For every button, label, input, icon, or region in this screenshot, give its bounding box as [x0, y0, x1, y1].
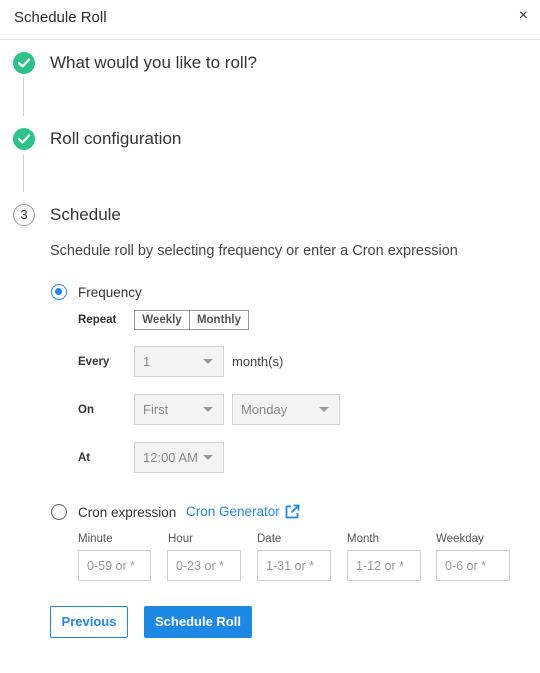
repeat-weekly-option[interactable]: Weekly [134, 310, 190, 330]
step-1-check-icon [13, 52, 35, 74]
on-day-value: Monday [241, 402, 288, 417]
at-time-value: 12:00 AM [143, 450, 198, 465]
cron-expression-radio[interactable] [51, 504, 67, 520]
step-2-check-icon [13, 128, 35, 150]
cron-date-input[interactable] [257, 550, 331, 581]
chevron-down-icon [203, 455, 213, 460]
close-icon[interactable]: × [519, 8, 528, 24]
step-connector [23, 78, 24, 116]
dialog-title: Schedule Roll [14, 9, 107, 26]
step-2-title: Roll configuration [50, 129, 182, 148]
at-time-select[interactable]: 12:00 AM [134, 442, 224, 473]
every-unit: month(s) [232, 354, 284, 369]
cron-month-label: Month [347, 533, 379, 545]
schedule-roll-button[interactable]: Schedule Roll [144, 606, 252, 638]
step-3-title: Schedule [50, 205, 121, 224]
cron-month-input[interactable] [347, 550, 421, 581]
repeat-label: Repeat [78, 314, 117, 326]
cron-hour-input[interactable] [167, 550, 241, 581]
every-value: 1 [143, 354, 151, 369]
cron-expression-label: Cron expression [78, 505, 177, 520]
repeat-monthly-option[interactable]: Monthly [189, 310, 249, 330]
schedule-description: Schedule roll by selecting frequency or … [50, 243, 458, 259]
step-3-number: 3 [13, 204, 35, 226]
every-label: Every [78, 356, 110, 368]
every-select[interactable]: 1 [134, 346, 224, 377]
external-link-icon[interactable] [284, 504, 300, 520]
cron-hour-label: Hour [168, 533, 193, 545]
chevron-down-icon [319, 407, 329, 412]
frequency-label: Frequency [78, 285, 142, 300]
step-connector [23, 154, 24, 192]
on-ordinal-select[interactable]: First [134, 394, 224, 425]
chevron-down-icon [203, 359, 213, 364]
dialog-header: Schedule Roll × [0, 0, 540, 40]
frequency-radio[interactable] [51, 284, 67, 300]
cron-weekday-label: Weekday [436, 533, 484, 545]
on-ordinal-value: First [143, 402, 169, 417]
at-label: At [78, 452, 91, 464]
on-day-select[interactable]: Monday [232, 394, 340, 425]
chevron-down-icon [203, 407, 213, 412]
cron-weekday-input[interactable] [436, 550, 510, 581]
cron-minute-label: Minute [78, 533, 113, 545]
cron-generator-link[interactable]: Cron Generator [186, 504, 280, 519]
cron-minute-input[interactable] [78, 550, 151, 581]
step-1-title: What would you like to roll? [50, 53, 257, 72]
previous-button[interactable]: Previous [50, 606, 128, 638]
cron-date-label: Date [257, 533, 282, 545]
on-label: On [78, 404, 94, 416]
